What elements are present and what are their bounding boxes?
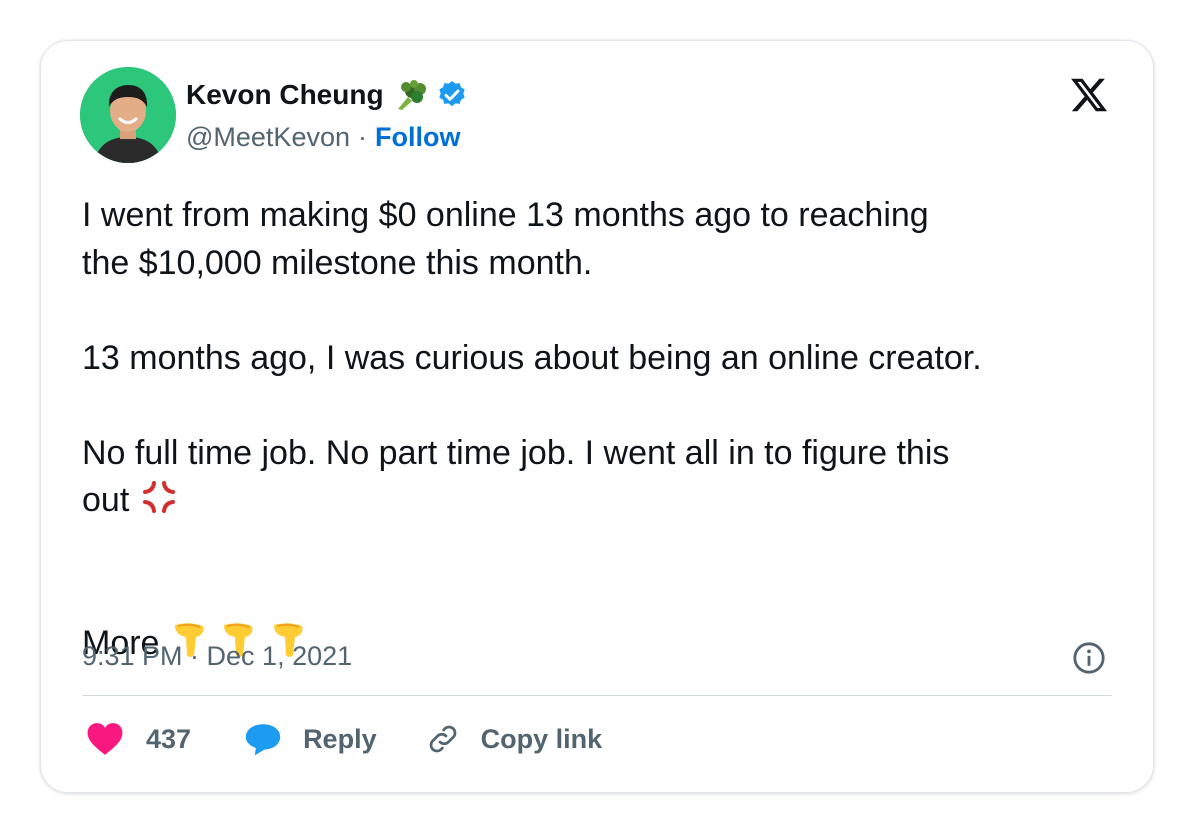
like-button[interactable]: 437 (86, 721, 191, 757)
verified-badge-icon (438, 81, 465, 107)
reply-label: Reply (303, 723, 377, 754)
follow-button[interactable]: Follow (375, 120, 460, 154)
tweet-line-1: I went from making $0 online 13 months a… (82, 196, 929, 234)
tweet-line-5: out (82, 481, 130, 519)
copy-link-button[interactable]: Copy link (425, 721, 603, 757)
divider (82, 695, 1112, 696)
reply-button[interactable]: Reply (243, 721, 377, 757)
copy-link-label: Copy link (480, 723, 603, 754)
info-icon[interactable] (1072, 641, 1106, 675)
handle-row: @MeetKevon · Follow (186, 120, 460, 154)
author-name-row: Kevon Cheung (186, 78, 468, 112)
heart-icon (87, 723, 123, 755)
tweet-text: I went from making $0 online 13 months a… (82, 192, 1142, 667)
link-icon (429, 725, 456, 753)
broccoli-icon (397, 80, 426, 110)
avatar[interactable] (80, 67, 176, 163)
tweet-line-4: No full time job. No part time job. I we… (82, 433, 950, 472)
handle-separator: · (358, 122, 367, 152)
avatar-image (80, 67, 176, 163)
like-count: 437 (146, 723, 192, 754)
author-name[interactable]: Kevon Cheung (186, 78, 384, 112)
author-handle[interactable]: @MeetKevon (186, 120, 350, 154)
tweet-timestamp[interactable]: 9:31 PM · Dec 1, 2021 (82, 638, 352, 674)
x-logo-icon[interactable] (1068, 75, 1110, 115)
tweet-line-2: the $10,000 milestone this month. (82, 243, 593, 282)
anger-symbol-icon (142, 481, 175, 513)
action-bar: 437 Reply Copy link (86, 716, 602, 762)
tweet-line-3: 13 months ago, I was curious about being… (82, 338, 982, 377)
reply-bubble-icon (245, 724, 281, 756)
